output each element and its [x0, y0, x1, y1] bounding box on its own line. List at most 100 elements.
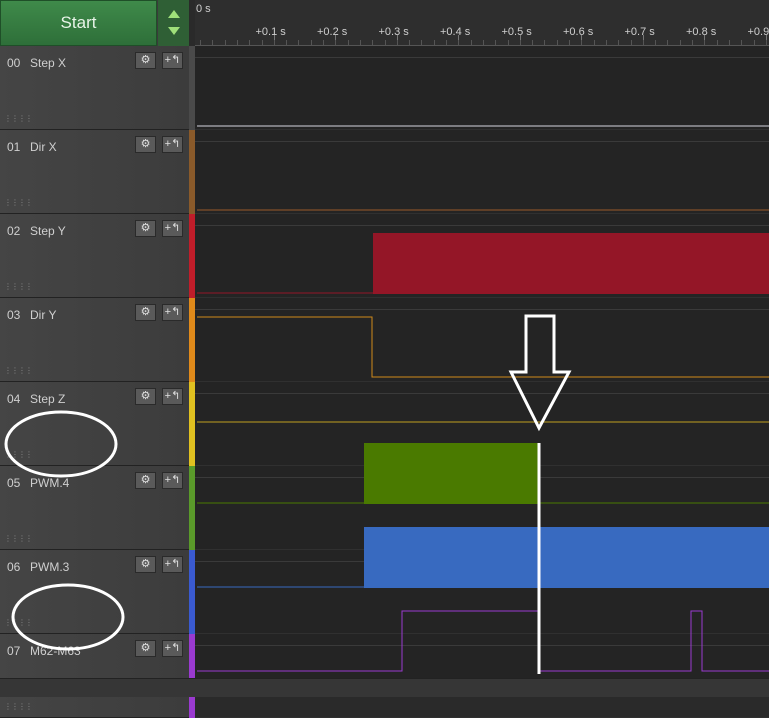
- ruler-minor-tick: [667, 40, 668, 45]
- ruler-minor-tick: [409, 40, 410, 45]
- ruler-minor-tick: [262, 40, 263, 45]
- speed-spinner[interactable]: [158, 0, 189, 46]
- gear-icon[interactable]: ⚙: [135, 52, 156, 69]
- ruler-minor-tick: [655, 40, 656, 45]
- status-bar: [0, 678, 769, 697]
- ruler-minor-tick: [483, 40, 484, 45]
- ruler-minor-tick: [200, 40, 201, 45]
- drag-handle-icon[interactable]: ⋮⋮⋮⋮: [4, 450, 32, 459]
- lane-gridline: [195, 477, 769, 478]
- lane-gridline: [195, 645, 769, 646]
- channel-lane[interactable]: [195, 214, 769, 298]
- edge-trigger-icon[interactable]: +↰: [162, 556, 183, 573]
- lane-gridline: [195, 561, 769, 562]
- gear-icon[interactable]: ⚙: [135, 556, 156, 573]
- channel-panel: Start 00Step X⚙+↰⋮⋮⋮⋮01Dir X⚙+↰⋮⋮⋮⋮02Ste…: [0, 0, 189, 697]
- channel-name: PWM.3: [30, 560, 69, 574]
- drag-handle-icon[interactable]: ⋮⋮⋮⋮: [4, 366, 32, 375]
- channel-row[interactable]: 05 PWM.4 ⚙ +↰ ⋮⋮⋮⋮: [0, 466, 189, 550]
- ruler-minor-tick: [495, 40, 496, 45]
- ruler-minor-tick: [225, 40, 226, 45]
- drag-handle-icon[interactable]: ⋮⋮⋮⋮: [4, 282, 32, 291]
- gear-icon[interactable]: ⚙: [135, 304, 156, 321]
- gear-icon[interactable]: ⚙: [135, 220, 156, 237]
- gear-icon[interactable]: ⚙: [135, 136, 156, 153]
- ruler-minor-tick: [557, 40, 558, 45]
- ruler-minor-tick: [520, 40, 521, 45]
- ruler-minor-tick: [631, 40, 632, 45]
- ruler-minor-tick: [618, 40, 619, 45]
- ruler-minor-tick: [323, 40, 324, 45]
- ruler-minor-tick: [311, 40, 312, 45]
- ruler-minor-tick: [372, 40, 373, 45]
- channel-lane[interactable]: [195, 130, 769, 214]
- ruler-minor-tick: [348, 40, 349, 45]
- edge-trigger-icon[interactable]: +↰: [162, 304, 183, 321]
- gear-icon[interactable]: ⚙: [135, 472, 156, 489]
- channel-lane[interactable]: [195, 466, 769, 550]
- edge-trigger-icon[interactable]: +↰: [162, 220, 183, 237]
- drag-handle-icon[interactable]: ⋮⋮⋮⋮: [4, 114, 32, 123]
- channel-row[interactable]: 00Step X⚙+↰⋮⋮⋮⋮: [0, 46, 189, 130]
- arrow-down-icon[interactable]: [168, 27, 180, 35]
- ruler-minor-tick: [274, 40, 275, 45]
- edge-trigger-icon[interactable]: +↰: [162, 472, 183, 489]
- ruler-minor-tick: [446, 40, 447, 45]
- channel-name: PWM.4: [30, 476, 69, 490]
- edge-trigger-icon[interactable]: +↰: [162, 388, 183, 405]
- gear-icon[interactable]: ⚙: [135, 640, 156, 657]
- ruler-minor-tick: [385, 40, 386, 45]
- ruler-tick-label: +0.5 s: [502, 26, 532, 38]
- drag-handle-icon[interactable]: ⋮⋮⋮⋮: [4, 702, 32, 711]
- drag-handle-icon[interactable]: ⋮⋮⋮⋮: [4, 198, 32, 207]
- gear-icon[interactable]: ⚙: [135, 388, 156, 405]
- ruler-minor-tick: [471, 40, 472, 45]
- ruler-minor-tick: [754, 40, 755, 45]
- channel-lane[interactable]: [195, 46, 769, 130]
- channel-number: 00: [7, 56, 20, 70]
- lane-gridline: [195, 57, 769, 58]
- channel-row[interactable]: 06 PWM.3 ⚙ +↰ ⋮⋮⋮⋮: [0, 550, 189, 634]
- channel-lane[interactable]: [195, 298, 769, 382]
- channel-number: 01: [7, 140, 20, 154]
- ruler-tick-label: +0.2 s: [317, 26, 347, 38]
- ruler-minor-tick: [249, 40, 250, 45]
- ruler-minor-tick: [397, 40, 398, 45]
- ruler-minor-tick: [421, 40, 422, 45]
- channel-row[interactable]: 04Step Z⚙+↰⋮⋮⋮⋮: [0, 382, 189, 466]
- ruler-tick-label: +0.8 s: [686, 26, 716, 38]
- lane-gridline: [195, 141, 769, 142]
- channel-name: Step Z: [30, 392, 65, 406]
- channel-name: Dir Y: [30, 308, 56, 322]
- ruler-minor-tick: [692, 40, 693, 45]
- channel-row[interactable]: 03 Dir Y ⚙ +↰ ⋮⋮⋮⋮: [0, 298, 189, 382]
- ruler-minor-tick: [360, 40, 361, 45]
- channel-number: 07: [7, 644, 20, 658]
- ruler-minor-tick: [606, 40, 607, 45]
- channel-row[interactable]: 01 Dir X ⚙ +↰ ⋮⋮⋮⋮: [0, 130, 189, 214]
- channel-number: 06: [7, 560, 20, 574]
- channel-number: 05: [7, 476, 20, 490]
- channel-number: 03: [7, 308, 20, 322]
- drag-handle-icon[interactable]: ⋮⋮⋮⋮: [4, 618, 32, 627]
- ruler-minor-tick: [298, 40, 299, 45]
- ruler-minor-tick: [704, 40, 705, 45]
- waveform-area[interactable]: [195, 46, 769, 678]
- channel-lane[interactable]: [195, 382, 769, 466]
- drag-handle-icon[interactable]: ⋮⋮⋮⋮: [4, 534, 32, 543]
- ruler-minor-tick: [729, 40, 730, 45]
- edge-trigger-icon[interactable]: +↰: [162, 52, 183, 69]
- channel-lane[interactable]: [195, 550, 769, 634]
- channel-name: Dir X: [30, 140, 57, 154]
- channel-lane[interactable]: [195, 634, 769, 718]
- channel-row[interactable]: 02Step Y⚙+↰⋮⋮⋮⋮: [0, 214, 189, 298]
- arrow-up-icon[interactable]: [168, 10, 180, 18]
- ruler-minor-tick: [766, 40, 767, 45]
- ruler-minor-tick: [741, 40, 742, 45]
- edge-trigger-icon[interactable]: +↰: [162, 640, 183, 657]
- edge-trigger-icon[interactable]: +↰: [162, 136, 183, 153]
- ruler-minor-tick: [544, 40, 545, 45]
- start-button[interactable]: Start: [0, 0, 157, 46]
- ruler-tick-label: +0.3 s: [379, 26, 409, 38]
- channel-row[interactable]: 07M62-M63⚙+↰⋮⋮⋮⋮: [0, 634, 189, 718]
